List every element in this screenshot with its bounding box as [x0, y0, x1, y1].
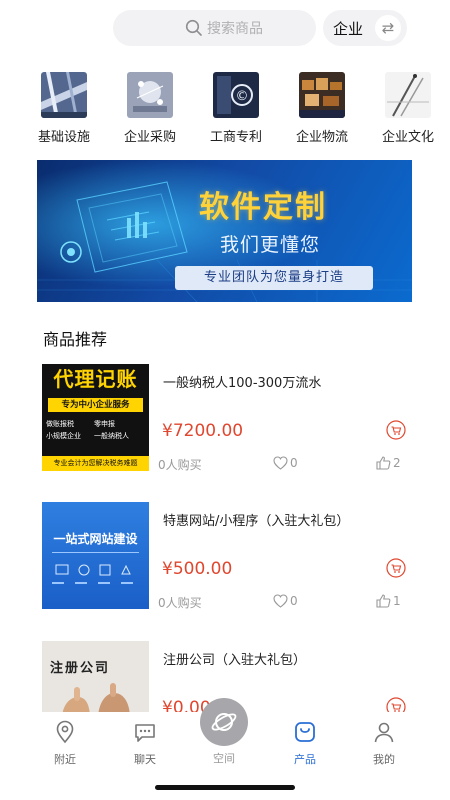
thumb-item: 零申报: [94, 420, 115, 428]
buyer-count: 0人购买: [158, 596, 202, 610]
tab-nearby[interactable]: 附近: [35, 720, 95, 767]
thumb-headline: 注册公司: [50, 661, 111, 676]
cart-icon[interactable]: [386, 558, 406, 578]
tab-products[interactable]: 产品: [275, 720, 335, 767]
category-label: 基础设施: [37, 130, 90, 145]
swap-icon: ⇄: [375, 15, 401, 41]
thumbs-up-icon: [376, 456, 391, 470]
heart-icon: [273, 594, 288, 608]
category-logistics[interactable]: 企业物流: [279, 72, 365, 145]
category-patent[interactable]: © 工商专利: [193, 72, 279, 145]
thumbs-up-icon: [376, 594, 391, 608]
favorite-button[interactable]: 0: [273, 456, 298, 470]
chat-bubble-icon: [135, 724, 155, 742]
product-thumbnail: 一站式网站建设: [42, 502, 149, 609]
cart-icon[interactable]: [386, 420, 406, 440]
favorite-button[interactable]: 0: [273, 594, 298, 608]
section-title: 商品推荐: [43, 330, 108, 349]
favorite-count: 0: [290, 456, 298, 470]
product-title: 注册公司（入驻大礼包）: [163, 653, 307, 668]
product-title: 特惠网站/小程序（入驻大礼包）: [163, 514, 350, 529]
product-price: ¥7200.00: [162, 421, 244, 441]
category-image: [127, 72, 173, 118]
like-button[interactable]: 1: [376, 594, 401, 608]
category-label: 工商专利: [209, 130, 262, 145]
identity-switch-button[interactable]: 企业 ⇄: [323, 10, 407, 46]
category-image: [385, 72, 431, 118]
thumb-headline: 代理记账: [53, 367, 138, 391]
tab-chat[interactable]: 聊天: [115, 720, 175, 767]
product-card[interactable]: 代理记账 专为中小企业服务 做账报税 零申报 小规模企业 一般纳税人 专业会计为您解…: [0, 364, 450, 484]
product-title: 一般纳税人100-300万流水: [163, 376, 322, 391]
like-count: 2: [393, 456, 401, 470]
thumb-item: 小规模企业: [46, 432, 81, 440]
top-bar: 搜索商品 企业 ⇄: [0, 10, 450, 48]
search-bar[interactable]: 搜索商品: [113, 10, 316, 46]
identity-label: 企业: [333, 19, 364, 38]
product-thumbnail: 代理记账 专为中小企业服务 做账报税 零申报 小规模企业 一般纳税人 专业会计为您解…: [42, 364, 149, 471]
thumb-item: 做账报税: [46, 420, 74, 428]
product-price: ¥500.00: [162, 559, 233, 579]
heart-icon: [273, 456, 288, 470]
category-label: 企业文化: [381, 130, 434, 145]
planet-icon: [211, 713, 237, 731]
category-label: 企业物流: [295, 130, 348, 145]
category-procurement[interactable]: 企业采购: [107, 72, 193, 145]
tab-label: 附近: [54, 753, 76, 766]
category-label: 企业采购: [123, 130, 176, 145]
space-button[interactable]: [200, 698, 248, 746]
category-image: ©: [213, 72, 259, 118]
category-culture[interactable]: 企业文化: [365, 72, 450, 145]
tab-mine[interactable]: 我的: [354, 720, 414, 767]
banner-title: 软件定制: [199, 190, 327, 225]
category-image: [41, 72, 87, 118]
tab-label: 我的: [373, 753, 395, 766]
home-indicator[interactable]: [155, 785, 295, 790]
space-label: 空间: [213, 752, 235, 765]
search-icon: [185, 19, 202, 36]
banner-subtitle: 我们更懂您: [220, 234, 321, 256]
like-button[interactable]: 2: [376, 456, 401, 470]
thumb-footer: 专业会计为您解决税务难题: [42, 456, 149, 471]
product-card[interactable]: 一站式网站建设 特惠网站/小程序（入驻大礼包） ¥500.00 0人购买 0 1: [0, 502, 450, 622]
user-icon: [374, 722, 394, 743]
category-infrastructure[interactable]: 基础设施: [21, 72, 107, 145]
promo-banner[interactable]: 软件定制 我们更懂您 专业团队为您量身打造: [37, 160, 412, 302]
tab-label: 聊天: [134, 753, 156, 766]
thumb-headline: 一站式网站建设: [53, 532, 138, 546]
search-placeholder: 搜索商品: [207, 21, 263, 37]
buyer-count: 0人购买: [158, 458, 202, 472]
thumb-subtitle: 专为中小企业服务: [48, 398, 143, 412]
thumb-item: 一般纳税人: [94, 432, 129, 440]
tab-label: 产品: [294, 753, 316, 766]
favorite-count: 0: [290, 594, 298, 608]
location-pin-icon: [56, 720, 74, 744]
svg-text:©: ©: [236, 89, 249, 104]
banner-tagline: 专业团队为您量身打造: [175, 266, 373, 290]
bag-icon: [295, 722, 315, 742]
category-row: 基础设施 企业采购 © 工商专利 企业物流 企业文化: [0, 72, 450, 152]
category-image: [299, 72, 345, 118]
like-count: 1: [393, 594, 401, 608]
